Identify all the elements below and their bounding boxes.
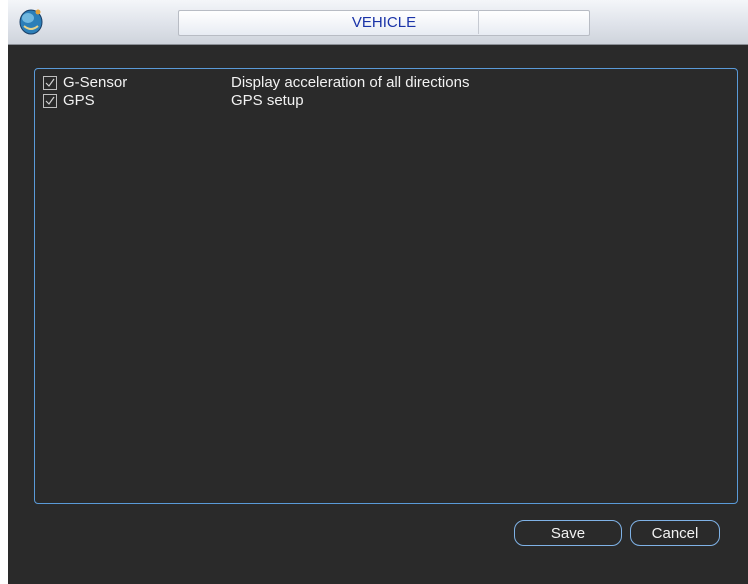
title-bar: VEHICLE bbox=[8, 0, 748, 45]
title-field-divider bbox=[478, 10, 589, 34]
save-button[interactable]: Save bbox=[514, 520, 622, 546]
vehicle-settings-panel: G-Sensor Display acceleration of all dir… bbox=[34, 68, 738, 504]
checkmark-icon bbox=[45, 78, 55, 87]
globe-logo-icon bbox=[19, 9, 43, 35]
checkmark-icon bbox=[45, 96, 55, 105]
g-sensor-checkbox[interactable] bbox=[43, 76, 57, 90]
gps-label: GPS bbox=[63, 92, 95, 109]
gps-checkbox[interactable] bbox=[43, 94, 57, 108]
cancel-button[interactable]: Cancel bbox=[630, 520, 720, 546]
g-sensor-label: G-Sensor bbox=[63, 74, 128, 91]
gps-description: GPS setup bbox=[231, 92, 304, 109]
vehicle-window: VEHICLE G-Sensor Display acceleration of… bbox=[8, 0, 748, 584]
g-sensor-description: Display acceleration of all directions bbox=[231, 74, 470, 91]
